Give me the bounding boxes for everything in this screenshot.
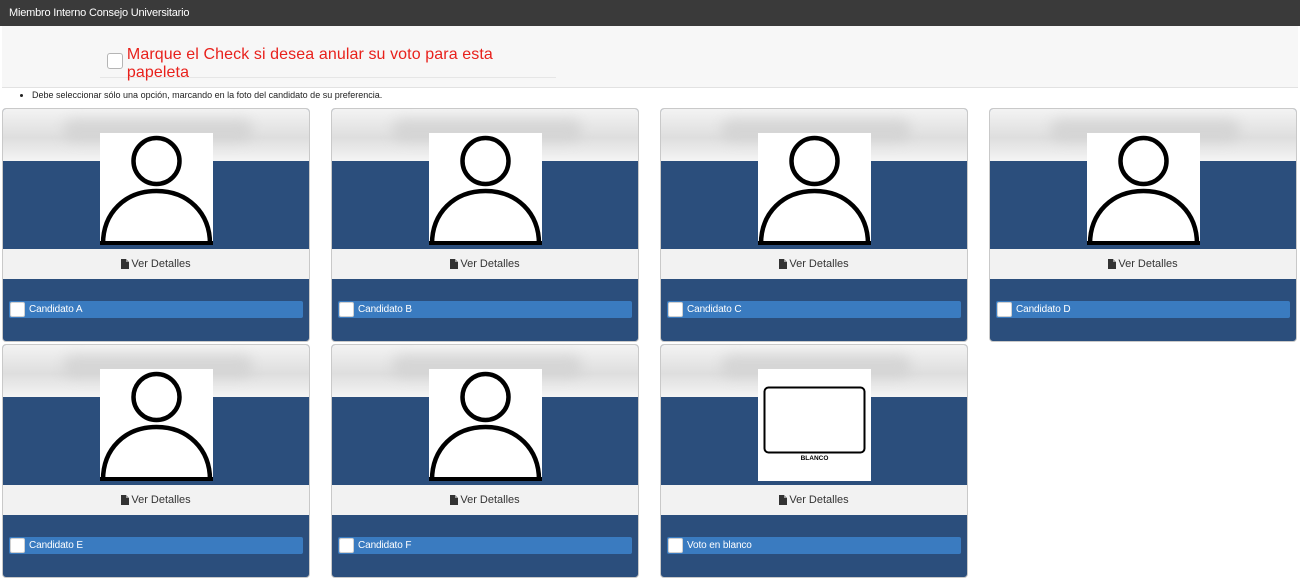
candidate-photo[interactable] bbox=[100, 369, 213, 481]
document-icon bbox=[121, 495, 130, 505]
view-details-link[interactable]: Ver Detalles bbox=[3, 485, 309, 515]
view-details-link[interactable]: Ver Detalles bbox=[332, 485, 638, 515]
candidate-card-c: Ver Detalles Candidato C bbox=[660, 108, 968, 342]
blank-ballot-text: BLANCO bbox=[801, 455, 829, 462]
document-icon bbox=[779, 495, 788, 505]
candidate-photo[interactable] bbox=[429, 369, 542, 481]
document-icon bbox=[779, 259, 788, 269]
view-details-label: Ver Detalles bbox=[1118, 258, 1178, 270]
candidate-name: Candidato F bbox=[358, 540, 412, 551]
person-icon bbox=[429, 135, 542, 245]
candidate-card-a: Ver Detalles Candidato A bbox=[2, 108, 310, 342]
person-icon bbox=[429, 371, 542, 481]
blank-vote-card: BLANCO Ver Detalles Voto en blanco bbox=[660, 344, 968, 578]
person-icon bbox=[758, 135, 871, 245]
person-icon bbox=[100, 371, 213, 481]
view-details-link[interactable]: Ver Detalles bbox=[332, 249, 638, 279]
document-icon bbox=[450, 495, 459, 505]
view-details-label: Ver Detalles bbox=[460, 258, 520, 270]
view-details-link[interactable]: Ver Detalles bbox=[990, 249, 1296, 279]
candidate-card-b: Ver Detalles Candidato B bbox=[331, 108, 639, 342]
candidate-photo[interactable] bbox=[100, 133, 213, 245]
candidate-checkbox[interactable] bbox=[339, 302, 354, 317]
blank-vote-select-bar[interactable]: Voto en blanco bbox=[667, 537, 961, 554]
person-icon bbox=[100, 135, 213, 245]
candidate-select-bar[interactable]: Candidato A bbox=[9, 301, 303, 318]
candidate-name: Candidato B bbox=[358, 304, 412, 315]
candidate-name: Candidato A bbox=[29, 304, 83, 315]
view-details-link[interactable]: Ver Detalles bbox=[661, 249, 967, 279]
candidate-select-bar[interactable]: Candidato C bbox=[667, 301, 961, 318]
view-details-link[interactable]: Ver Detalles bbox=[3, 249, 309, 279]
candidate-card-d: Ver Detalles Candidato D bbox=[989, 108, 1297, 342]
annul-vote-row[interactable]: Marque el Check si desea anular su voto … bbox=[100, 46, 556, 81]
view-details-label: Ver Detalles bbox=[789, 258, 849, 270]
candidate-name: Candidato E bbox=[29, 540, 83, 551]
candidate-checkbox[interactable] bbox=[10, 538, 25, 553]
view-details-label: Ver Detalles bbox=[131, 258, 191, 270]
candidate-card-f: Ver Detalles Candidato F bbox=[331, 344, 639, 578]
annul-vote-label[interactable]: Marque el Check si desea anular su voto … bbox=[127, 46, 556, 82]
view-details-label: Ver Detalles bbox=[460, 494, 520, 506]
candidate-select-bar[interactable]: Candidato B bbox=[338, 301, 632, 318]
candidate-checkbox[interactable] bbox=[668, 302, 683, 317]
candidate-name: Candidato C bbox=[687, 304, 742, 315]
annul-vote-checkbox[interactable] bbox=[107, 52, 123, 69]
candidate-photo[interactable] bbox=[758, 133, 871, 245]
view-details-label: Ver Detalles bbox=[789, 494, 849, 506]
candidate-card-e: Ver Detalles Candidato E bbox=[2, 344, 310, 578]
candidate-checkbox[interactable] bbox=[339, 538, 354, 553]
candidate-photo[interactable] bbox=[429, 133, 542, 245]
view-details-link[interactable]: Ver Detalles bbox=[661, 485, 967, 515]
candidate-select-bar[interactable]: Candidato E bbox=[9, 537, 303, 554]
document-icon bbox=[121, 259, 130, 269]
blank-ballot-photo[interactable]: BLANCO bbox=[758, 369, 871, 481]
view-details-label: Ver Detalles bbox=[131, 494, 191, 506]
document-icon bbox=[450, 259, 459, 269]
blank-vote-label: Voto en blanco bbox=[687, 540, 752, 551]
instruction-item: Debe seleccionar sólo una opción, marcan… bbox=[32, 89, 382, 101]
candidate-photo[interactable] bbox=[1087, 133, 1200, 245]
candidate-select-bar[interactable]: Candidato D bbox=[996, 301, 1290, 318]
annul-panel: Marque el Check si desea anular su voto … bbox=[2, 26, 1298, 88]
blank-ballot-icon: BLANCO bbox=[763, 386, 866, 462]
window-title: Miembro Interno Consejo Universitario bbox=[0, 0, 1300, 26]
candidate-checkbox[interactable] bbox=[997, 302, 1012, 317]
candidate-name: Candidato D bbox=[1016, 304, 1071, 315]
person-icon bbox=[1087, 135, 1200, 245]
candidate-select-bar[interactable]: Candidato F bbox=[338, 537, 632, 554]
blank-vote-checkbox[interactable] bbox=[668, 538, 683, 553]
instructions-list: Debe seleccionar sólo una opción, marcan… bbox=[20, 89, 382, 101]
candidate-checkbox[interactable] bbox=[10, 302, 25, 317]
document-icon bbox=[1108, 259, 1117, 269]
